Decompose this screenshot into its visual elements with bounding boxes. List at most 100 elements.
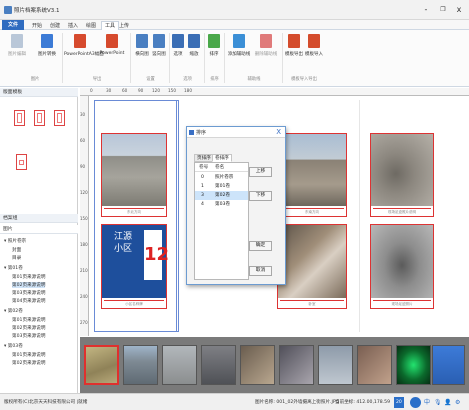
export-ppt-button[interactable]: PowerPoint [98,34,126,56]
group-label-export: 导出 [92,77,102,82]
layout-template-thumb[interactable] [14,110,25,126]
cancel-button[interactable]: 取消 [249,266,272,276]
photo-slot[interactable]: 卧室 [277,224,347,309]
tab-page-sort[interactable]: 页排序 [194,154,214,162]
left-panel: 版面模板 档案组 图片 ▾ 照片卷宗 封面 目录 ▾ 第01卷 第01页来源说明… [0,88,78,393]
tab-home[interactable]: 开始 [32,22,42,29]
tree-node-selected[interactable]: 第02页来源说明 [12,282,46,288]
user-icon[interactable]: 👤 [444,394,451,410]
ribbon-toolbar: 图片编辑 图片转换 PowerPointA3幅面 PowerPoint 横向图 … [0,30,469,87]
film-thumb[interactable] [357,345,392,385]
ime-icon[interactable] [410,397,421,408]
image-convert-button[interactable]: 图片转换 [36,34,58,57]
tree-node[interactable]: 第03页来源说明 [12,333,45,339]
tab-volume-sort[interactable]: 卷排序 [212,154,232,162]
powerpoint-icon [74,34,86,48]
ruler-label: 60 [80,138,86,143]
portrait-button[interactable]: 竖向图 [151,34,167,57]
photo-filmstrip [80,337,469,393]
tab-insert[interactable]: 插入 [68,22,78,29]
film-thumb[interactable] [318,345,353,385]
template-import-icon [308,34,320,48]
status-file: 图片名称: 001_02外墙摄离上街照片.JPG [255,400,340,405]
building-photo [102,134,166,206]
volume-row[interactable]: 0 照片卷宗 [195,173,248,182]
tree-node-volume[interactable]: ▾ 第01卷 [4,265,23,271]
tab-upload[interactable]: 上传 [119,22,129,29]
template-export-button[interactable]: 模板导出 [285,34,303,57]
dialog-close-button[interactable]: X [276,128,281,136]
volume-name: 第01卷 [215,184,231,189]
lang-icon[interactable]: 中 [424,394,430,410]
photo-slot[interactable]: 东北方向 [101,133,167,217]
film-thumb[interactable] [240,345,275,385]
tree-node-root[interactable]: ▾ 照片卷宗 [4,238,26,244]
volume-row[interactable]: 1 第01卷 [195,182,248,191]
film-thumb[interactable] [162,345,197,385]
tree-node[interactable]: 第01页来源说明 [12,274,45,280]
landscape-button[interactable]: 横向图 [134,34,150,57]
options-button[interactable]: 选项 [171,34,185,57]
close-button[interactable]: x [452,4,466,16]
minimize-button[interactable]: - [419,4,433,16]
tree-node[interactable]: 封面 [12,247,21,253]
film-thumb[interactable] [123,345,158,385]
photo-slot[interactable]: 东南方向 [277,133,347,217]
layout-template-thumb[interactable] [16,154,27,170]
photo-slot[interactable]: 江源 小区 12 小区名称牌 [101,224,169,309]
catalog-subheader: 图片 [0,225,78,234]
tree-node[interactable]: 第01页来源说明 [12,352,45,358]
ok-button[interactable]: 确定 [249,241,272,251]
photo-slot[interactable]: 现场足迹照片 [370,224,434,309]
export-ppt-a3-button[interactable]: PowerPointA3幅面 [64,34,104,57]
tab-tools[interactable]: 工具 [101,21,120,30]
add-guide-button[interactable]: 添加辅助线 [227,34,251,57]
status-bar: 版权所有(C)北京天天科技有限公司 |就绪 图片名称: 001_02外墙摄离上街… [0,393,469,410]
tree-node[interactable]: 目录 [12,255,21,261]
move-down-button[interactable]: 下移 [249,191,272,201]
film-thumb[interactable] [432,345,465,385]
photo-caption: 现场足迹照片说明 [373,208,431,215]
volume-row[interactable]: 4 第03卷 [195,200,248,209]
tab-draw[interactable]: 绘图 [86,22,96,29]
maximize-button[interactable]: ❐ [436,4,450,16]
group-label-guides: 辅助线 [247,77,261,82]
group-label-settings: 设置 [146,77,155,82]
tree-node[interactable]: 第02页来源说明 [12,360,45,366]
sort-dialog: 排序 X 页排序 卷排序 卷号 卷名 0 照片卷宗 1 第01卷 3 第02卷 … [186,126,286,285]
col-header-number: 卷号 [199,165,209,170]
delete-guide-button[interactable]: 删除辅助线 [254,34,278,57]
move-up-button[interactable]: 上移 [249,167,272,177]
ruler-label: 60 [122,88,128,93]
tree-node[interactable]: 第02页来源说明 [12,325,45,331]
tree-node[interactable]: 第01页来源说明 [12,317,45,323]
settings-icon[interactable]: ⚙ [455,394,460,410]
mic-icon[interactable]: 🎙 [434,394,442,410]
volume-row-selected[interactable]: 3 第02卷 [195,191,248,200]
film-thumb[interactable] [396,345,431,385]
tab-file[interactable]: 文件 [2,20,24,30]
zoom-level[interactable]: 20 [394,397,404,408]
group-divider [130,33,131,83]
photo-caption: 东南方向 [280,208,344,215]
tree-node-volume[interactable]: ▾ 第02卷 [4,308,23,314]
sort-button[interactable]: 排序 [207,34,221,57]
tree-node-volume[interactable]: ▾ 第03卷 [4,343,23,349]
tree-node[interactable]: 第04页来源说明 [12,298,45,304]
layout-template-thumb[interactable] [34,110,45,126]
photo-slot[interactable]: 现场足迹照片说明 [370,133,434,217]
menu-tabs: 文件 开始 创建 插入 绘图 工具 上传 [0,20,469,30]
film-thumb-selected[interactable] [84,345,119,385]
tree-node[interactable]: 第03页来源说明 [12,290,45,296]
ruler-label: 150 [168,88,176,93]
tab-create[interactable]: 创建 [50,22,60,29]
zoom-button[interactable]: 缩放 [187,34,201,57]
image-edit-button[interactable]: 图片编辑 [6,34,28,57]
ruler-label: 30 [106,88,112,93]
template-import-button[interactable]: 模板导入 [305,34,323,57]
film-thumb[interactable] [201,345,236,385]
volume-name: 照片卷宗 [215,175,234,180]
volume-list[interactable]: 卷号 卷名 0 照片卷宗 1 第01卷 3 第02卷 4 第03卷 [194,162,249,280]
layout-template-thumb[interactable] [54,110,65,126]
film-thumb[interactable] [279,345,314,385]
